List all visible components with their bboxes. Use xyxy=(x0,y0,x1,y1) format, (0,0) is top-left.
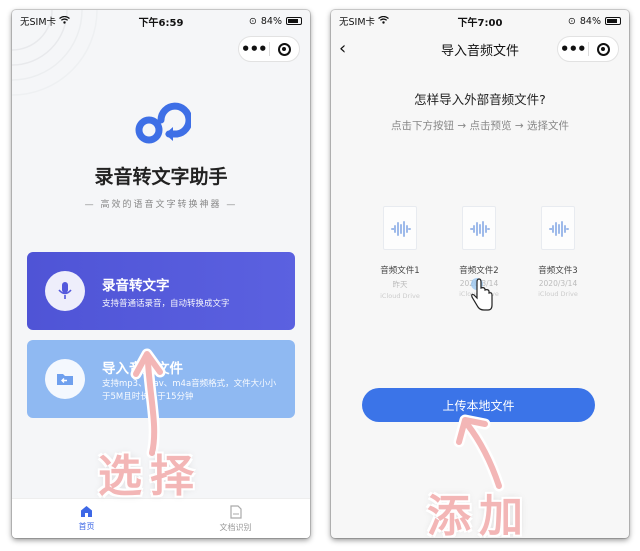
file-name: 音频文件3 xyxy=(538,266,578,276)
help-steps: 点击下方按钮 → 点击预览 → 选择文件 xyxy=(391,120,569,132)
record-to-text-card[interactable]: 录音转文字 支持普通话录音，自动转换成文字 xyxy=(27,252,295,330)
microphone-icon xyxy=(45,271,85,311)
tap-hand-icon xyxy=(471,278,493,311)
file-name: 音频文件2 xyxy=(459,266,499,276)
close-miniprogram-icon[interactable] xyxy=(589,42,619,56)
miniprogram-capsule: ••• xyxy=(238,36,300,62)
audio-file-icon xyxy=(383,206,417,250)
status-time: 下午6:59 xyxy=(138,17,184,29)
file-source: iCloud Drive xyxy=(380,292,420,300)
import-audio-screen: 无SIM卡 下午7:00 ⊙ 84% ‹ 导入音频文件 ••• 怎样导入外部音频… xyxy=(331,10,629,538)
help-question: 怎样导入外部音频文件? xyxy=(414,92,546,107)
battery-icon xyxy=(605,17,621,25)
sample-file: 音频文件3 2020/3/14 iCloud Drive xyxy=(528,206,588,298)
document-icon xyxy=(229,504,242,519)
home-icon xyxy=(81,506,92,517)
bottom-tab-bar: 首页 文档识别 xyxy=(12,498,310,538)
status-time: 下午7:00 xyxy=(457,17,503,29)
card-title: 录音转文字 xyxy=(102,278,170,294)
tab-document-recognition[interactable]: 文档识别 xyxy=(161,499,310,538)
sample-file: 音频文件1 昨天 iCloud Drive xyxy=(370,206,430,300)
close-miniprogram-icon[interactable] xyxy=(270,42,300,56)
home-screen: 无SIM卡 下午6:59 ⊙ 84% ••• 录音转文字助手 — 高效的语音文字… xyxy=(12,10,310,538)
file-date: 昨天 xyxy=(392,280,408,289)
file-date: 2020/3/14 xyxy=(538,279,578,288)
tab-label: 首页 xyxy=(78,522,95,531)
app-logo xyxy=(135,102,191,144)
more-menu-icon[interactable]: ••• xyxy=(239,42,269,57)
app-subtitle: — 高效的语音文字转换神器 — xyxy=(84,200,238,210)
file-source: iCloud Drive xyxy=(538,290,578,298)
more-menu-icon[interactable]: ••• xyxy=(558,42,588,57)
audio-file-icon xyxy=(462,206,496,250)
status-bar: 无SIM卡 下午6:59 ⊙ 84% xyxy=(12,10,310,32)
battery-icon xyxy=(286,17,302,25)
card-description: 支持mp3、wav、m4a音频格式，文件大小小于5M且时长小于15分钟 xyxy=(102,379,277,402)
annotation-add-text: 添加 xyxy=(427,491,531,538)
audio-file-icon xyxy=(541,206,575,250)
screenshot-stage: 无SIM卡 下午6:59 ⊙ 84% ••• 录音转文字助手 — 高效的语音文字… xyxy=(0,0,640,551)
tab-label: 文档识别 xyxy=(219,522,252,532)
card-description: 支持普通话录音，自动转换成文字 xyxy=(102,299,230,309)
miniprogram-capsule: ••• xyxy=(557,36,619,62)
app-title: 录音转文字助手 xyxy=(94,166,228,188)
folder-import-icon xyxy=(45,359,85,399)
annotation-select-text: 选择 xyxy=(98,451,202,502)
tab-home[interactable]: 首页 xyxy=(12,499,161,538)
status-bar: 无SIM卡 下午7:00 ⊙ 84% xyxy=(331,10,629,32)
file-name: 音频文件1 xyxy=(380,266,420,276)
